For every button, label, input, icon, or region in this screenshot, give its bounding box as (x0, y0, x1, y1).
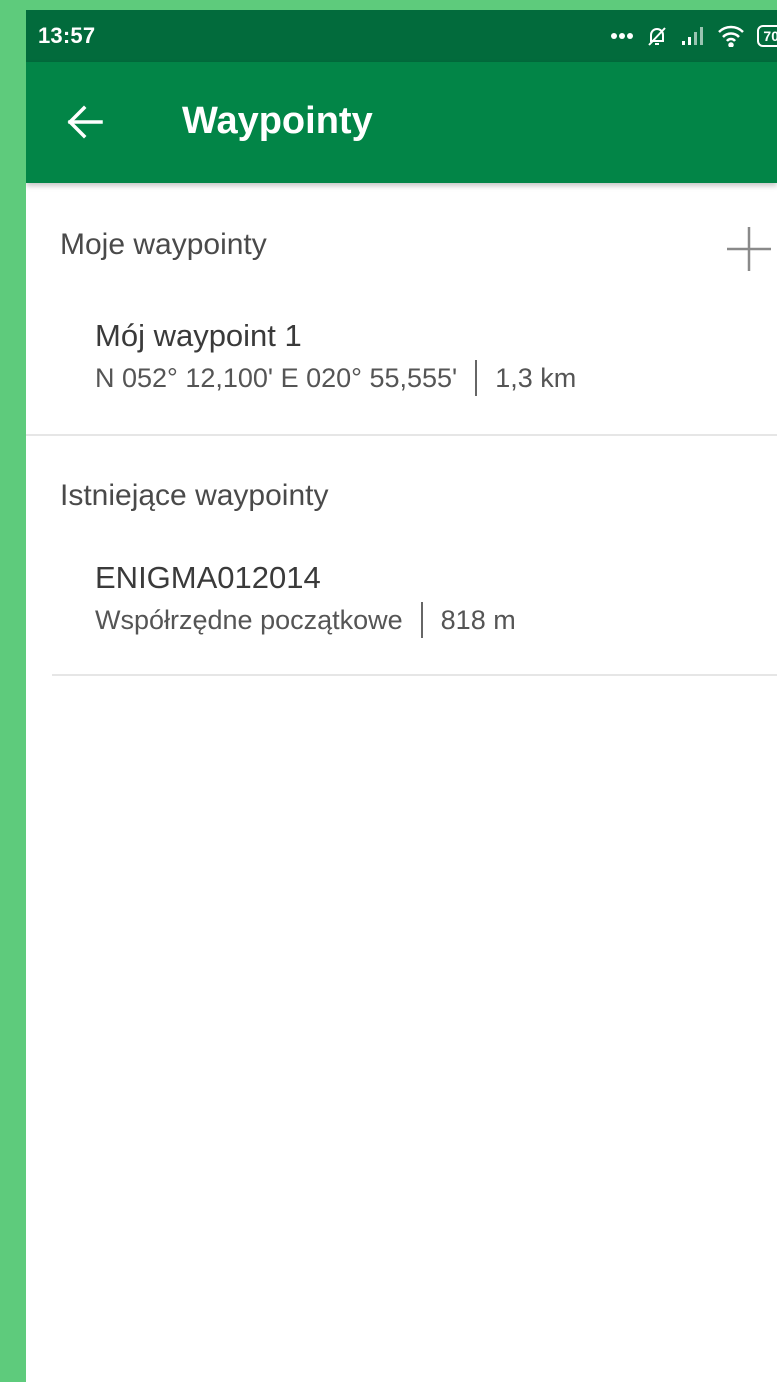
page-title: Waypointy (182, 100, 373, 142)
status-icons: 70 (599, 20, 777, 52)
wifi-icon (717, 25, 745, 47)
status-time: 13:57 (38, 23, 96, 48)
frame-top (0, 0, 777, 10)
status-bar: 13:57 70 (26, 10, 777, 62)
app-bar: Waypointy (26, 62, 777, 183)
waypoint-item-existing[interactable]: ENIGMA012014 Współrzędne początkowe 818 … (26, 560, 777, 656)
waypoint-description: Współrzędne początkowe (95, 604, 403, 635)
waypoint-distance: 818 m (440, 604, 516, 635)
waypoint-details: Współrzędne początkowe 818 m (95, 602, 516, 638)
separator (420, 602, 423, 638)
list-divider (52, 674, 777, 676)
waypoint-distance: 1,3 km (495, 362, 577, 393)
waypoint-name: Mój waypoint 1 (95, 318, 302, 353)
waypoint-name: ENIGMA012014 (95, 560, 321, 595)
waypoint-coords: N 052° 12,100' E 020° 55,555' (95, 362, 458, 393)
waypoint-item-my[interactable]: Mój waypoint 1 N 052° 12,100' E 020° 55,… (26, 318, 777, 414)
section-header-existing-waypoints: Istniejące waypointy (60, 479, 329, 512)
section-divider (26, 434, 777, 436)
notifications-off-icon (645, 24, 669, 48)
back-button[interactable] (60, 99, 110, 149)
section-header-my-waypoints: Moje waypointy (60, 228, 267, 261)
signal-icon (681, 26, 705, 46)
waypoint-details: N 052° 12,100' E 020° 55,555' 1,3 km (95, 360, 576, 396)
battery-icon: 70 (757, 25, 777, 47)
more-dots-icon (611, 32, 634, 40)
plus-icon (721, 227, 777, 281)
phone-screen: 13:57 70 Waypointy Moje waypointy Mój wa… (26, 10, 777, 1382)
add-waypoint-button[interactable] (721, 221, 777, 277)
separator (475, 360, 478, 396)
arrow-back-icon (66, 105, 104, 144)
